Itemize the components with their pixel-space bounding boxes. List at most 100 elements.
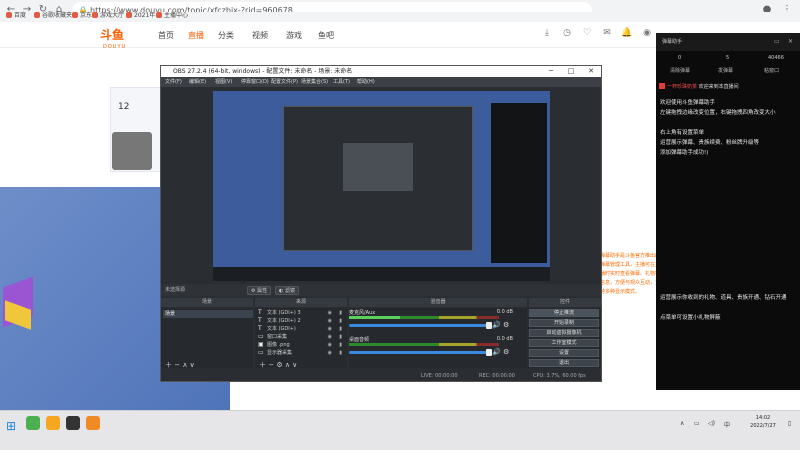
eye-icon[interactable]: ◉ (328, 317, 332, 325)
properties-button[interactable]: ⚙ 属性 (247, 286, 272, 295)
menu-file[interactable]: 文件(F) (165, 77, 182, 87)
source-dock-tools[interactable]: ＋ − ⚙ ∧ ∨ (259, 360, 297, 370)
download-icon[interactable]: ⤓ (540, 28, 554, 38)
exit-button[interactable]: 退出 (529, 359, 599, 367)
menu-edit[interactable]: 编辑(E) (189, 77, 206, 87)
level-number: 12 (118, 102, 130, 112)
eye-icon[interactable]: ◉ (328, 333, 332, 341)
tab-clear[interactable]: 清除弹幕 (670, 67, 690, 74)
eye-icon[interactable]: ◉ (328, 341, 332, 349)
source-item[interactable]: T 文本 (GDI+) ◉ ▮ (256, 325, 346, 333)
bookmark-item[interactable]: 谷歌收藏夹 (34, 11, 72, 21)
app-icon[interactable] (86, 416, 100, 430)
scene-dock-tools[interactable]: ＋ − ∧ ∨ (165, 360, 195, 370)
lock-icon[interactable]: ▮ (339, 341, 342, 349)
nav-category[interactable]: 分类 (218, 30, 234, 41)
source-item[interactable]: ▣ 图像 .png ◉ ▮ (256, 341, 346, 349)
eye-icon[interactable]: ◉ (328, 325, 332, 333)
filters-button[interactable]: ◐ 滤镜 (275, 286, 299, 295)
app-icon[interactable] (46, 416, 60, 430)
nav-video[interactable]: 视频 (252, 30, 268, 41)
tab-send[interactable]: 发弹幕 (718, 67, 733, 74)
site-logo[interactable]: 斗鱼 (100, 26, 144, 44)
lock-icon[interactable]: ▮ (339, 349, 342, 357)
bookmark-item[interactable]: 2021年 (126, 11, 155, 21)
lock-icon[interactable]: ▮ (339, 325, 342, 333)
obs-app-icon[interactable] (66, 416, 80, 430)
page-text: 弹幕助手是斗鱼官方推出的弹幕管理工具，主播可在直播时实时查看弹幕、礼物等信息，方… (600, 253, 660, 295)
virtual-camera-button[interactable]: 启动虚拟摄像机 (529, 329, 599, 337)
history-icon[interactable]: ◷ (560, 28, 574, 38)
bookmark-item[interactable]: 京东 (72, 11, 92, 21)
volume-slider[interactable] (349, 351, 489, 354)
danmaku-helper-window: 弹幕助手 ▭ ✕ 0 5 40466 清除弹幕 发弹幕 粘窗口 一杯珍珠奶茶 欢… (656, 33, 800, 390)
live-status: LIVE: 00:00:00 (421, 373, 458, 379)
nav-games[interactable]: 游戏 (286, 30, 302, 41)
maximize-icon[interactable]: □ (561, 66, 581, 77)
app-icon[interactable] (26, 416, 40, 430)
source-item[interactable]: ▭ 显示器采集 ◉ ▮ (256, 349, 346, 357)
obs-preview[interactable] (213, 91, 550, 281)
text-icon: T (258, 317, 262, 324)
tray-up-icon[interactable]: ∧ (680, 420, 684, 427)
stat-value: 0 (678, 55, 682, 61)
source-item[interactable]: T 文本 (GDI+) 2 ◉ ▮ (256, 317, 346, 325)
source-item[interactable]: T 文本 (GDI+) 3 ◉ ▮ (256, 309, 346, 317)
menu-view[interactable]: 视图(V) (215, 77, 232, 87)
scene-item[interactable]: 场景 (163, 310, 253, 318)
speaker-icon[interactable]: 🔊 ⚙ (492, 321, 509, 329)
window-icon: ▭ (258, 333, 264, 340)
studio-mode-button[interactable]: 工作室模式 (529, 339, 599, 347)
minimize-icon[interactable]: ─ (541, 66, 561, 77)
volume-slider[interactable] (349, 324, 489, 327)
tab-stick[interactable]: 粘窗口 (764, 67, 779, 74)
clock-time: 14:02 (755, 415, 771, 421)
bookmark-item[interactable]: 主播中心 (156, 11, 188, 21)
follow-icon[interactable]: ♡ (580, 28, 594, 38)
badge-icon (659, 83, 665, 89)
chat-message: 欢迎使用斗鱼弹幕助手 (660, 100, 716, 106)
mixer-header: 混音器 (349, 298, 527, 307)
volume-icon[interactable]: ◁) (708, 420, 715, 427)
menu-docks[interactable]: 停靠窗口(D) (241, 77, 269, 87)
rec-status: REC: 00:00:00 (479, 373, 515, 379)
pin-icon[interactable]: ▭ (774, 33, 780, 51)
network-icon[interactable]: ▭ (694, 420, 700, 427)
bookmark-item[interactable]: 百度 (6, 11, 26, 21)
stop-streaming-button[interactable]: 停止推流 (529, 309, 599, 317)
source-toolbar: 未选择源 ⚙ 属性 ◐ 滤镜 (161, 284, 601, 296)
chat-message: 添加弹幕助手成功!) (660, 150, 709, 156)
source-item[interactable]: ▭ 窗口采集 ◉ ▮ (256, 333, 346, 341)
anchor-avatar[interactable] (112, 132, 152, 170)
eye-icon[interactable]: ◉ (328, 349, 332, 357)
mixer-db: 0.0 dB (496, 336, 513, 342)
menu-profile[interactable]: 配置文件(P) (271, 77, 298, 87)
bell-icon[interactable]: 🔔 (620, 28, 634, 38)
menu-scene-collection[interactable]: 场景集合(S) (301, 77, 328, 87)
mixer-track-mic: 麦克风/Aux 0.0 dB 🔊 ⚙ (349, 309, 517, 333)
eye-icon[interactable]: ◉ (328, 309, 332, 317)
stat-value: 40466 (768, 55, 784, 61)
speaker-icon[interactable]: 🔊 ⚙ (492, 348, 509, 356)
lock-icon[interactable]: ▮ (339, 333, 342, 341)
close-icon[interactable]: ✕ (581, 66, 601, 77)
menu-help[interactable]: 帮助(H) (357, 77, 375, 87)
welcome-line: 一杯珍珠奶茶 欢迎来到本直播间 (659, 83, 739, 90)
menu-tools[interactable]: 工具(T) (333, 77, 350, 87)
nav-home[interactable]: 首页 (158, 30, 174, 41)
message-icon[interactable]: ✉ (600, 28, 614, 38)
nav-fishbar[interactable]: 鱼吧 (318, 30, 334, 41)
text-icon: T (258, 309, 262, 316)
start-recording-button[interactable]: 开始录制 (529, 319, 599, 327)
start-icon[interactable]: ⊞ (6, 419, 16, 433)
lock-icon[interactable]: ▮ (339, 317, 342, 325)
settings-button[interactable]: 设置 (529, 349, 599, 357)
bookmark-item[interactable]: 游戏大厅 (92, 11, 124, 21)
volume-meter (349, 343, 499, 346)
notification-icon[interactable]: ▯ (788, 420, 791, 427)
lock-icon[interactable]: ▮ (339, 309, 342, 317)
close-icon[interactable]: ✕ (788, 33, 793, 51)
avatar[interactable]: ◉ (640, 28, 654, 38)
ime-icon[interactable]: 中 (724, 420, 730, 429)
nav-live[interactable]: 直播 (188, 30, 204, 41)
